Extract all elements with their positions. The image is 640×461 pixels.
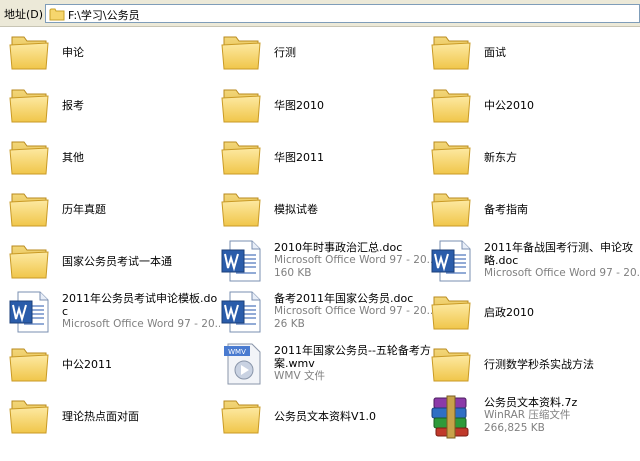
word-document-icon — [218, 288, 266, 336]
file-list-view: 申论 行测 面试 报考 华图2010 中公2010 其他 华图2011 新东方 历年真题 模拟试卷备… — [0, 28, 640, 461]
item-name: 行测 — [274, 45, 296, 59]
item-name: 其他 — [62, 150, 84, 164]
item-name: 中公2011 — [62, 357, 112, 371]
file-details: 备考2011年国家公务员.doc Microsoft Office Word 97… — [274, 292, 432, 331]
folder-icon — [6, 133, 54, 181]
item-name: 2011年国家公务员--五轮备考方案.wmv — [274, 344, 431, 370]
file-item[interactable]: 2011年公务员考试申论模板.doc Microsoft Office Word … — [6, 288, 220, 340]
folder-icon — [428, 185, 476, 233]
file-item[interactable]: 公务员文本资料.7z WinRAR 压缩文件 266,825 KB — [428, 392, 636, 444]
folder-icon — [6, 237, 54, 285]
file-type: WMV 文件 — [274, 370, 325, 382]
folder-icon — [428, 340, 476, 388]
item-name: 行测数学秒杀实战方法 — [484, 357, 594, 371]
folder-item[interactable]: 公务员文本资料V1.0 — [218, 392, 426, 444]
item-name: 公务员文本资料V1.0 — [274, 409, 377, 423]
item-name: 2011年公务员考试申论模板.doc — [62, 292, 218, 318]
file-item[interactable]: 2010年时事政治汇总.doc Microsoft Office Word 97 … — [218, 237, 432, 289]
word-document-icon — [428, 237, 476, 285]
folder-icon — [218, 392, 266, 440]
folder-item[interactable]: 报考 — [6, 81, 214, 133]
item-name: 新东方 — [484, 150, 517, 164]
folder-icon — [6, 340, 54, 388]
video-file-icon: WMV — [218, 340, 266, 388]
item-name: 2010年时事政治汇总.doc — [274, 241, 403, 254]
address-label: 地址(D) — [4, 8, 44, 21]
folder-item[interactable]: 华图2010 — [218, 81, 426, 133]
folder-item[interactable]: 华图2011 — [218, 133, 426, 185]
folder-icon — [6, 185, 54, 233]
folder-item[interactable]: 申论 — [6, 28, 214, 80]
folder-item[interactable]: 面试 — [428, 28, 636, 80]
folder-icon — [218, 81, 266, 129]
folder-icon — [49, 8, 65, 21]
item-name: 备考指南 — [484, 202, 528, 216]
address-bar: 地址(D) F:\学习\公务员 — [0, 0, 640, 27]
item-name: 备考2011年国家公务员.doc — [274, 292, 414, 305]
item-name: 历年真题 — [62, 202, 106, 216]
file-details: 2010年时事政治汇总.doc Microsoft Office Word 97 … — [274, 241, 432, 280]
folder-icon — [218, 133, 266, 181]
folder-icon — [6, 81, 54, 129]
file-type: Microsoft Office Word 97 - 20... — [274, 305, 432, 317]
folder-icon — [6, 392, 54, 440]
file-type: Microsoft Office Word 97 - 20... — [484, 267, 640, 279]
item-name: 启政2010 — [484, 305, 534, 319]
item-name: 模拟试卷 — [274, 202, 318, 216]
folder-item[interactable]: 备考指南 — [428, 185, 636, 237]
folder-item[interactable]: 新东方 — [428, 133, 636, 185]
folder-icon — [218, 28, 266, 76]
file-type: WinRAR 压缩文件 — [484, 409, 571, 421]
item-name: 2011年备战国考行测、申论攻略.doc — [484, 241, 633, 267]
address-path: F:\学习\公务员 — [68, 9, 140, 22]
item-name: 华图2011 — [274, 150, 324, 164]
file-size: 26 KB — [274, 318, 305, 330]
svg-text:WMV: WMV — [228, 348, 246, 356]
item-name: 公务员文本资料.7z — [484, 396, 578, 409]
winrar-archive-icon — [428, 392, 476, 440]
file-details: 2011年国家公务员--五轮备考方案.wmv WMV 文件 — [274, 344, 432, 383]
folder-item[interactable]: 历年真题 — [6, 185, 214, 237]
folder-item[interactable]: 理论热点面对面 — [6, 392, 214, 444]
word-document-icon — [6, 288, 54, 336]
item-name: 申论 — [62, 45, 84, 59]
folder-item[interactable]: 中公2011 — [6, 340, 214, 392]
folder-icon — [428, 28, 476, 76]
word-document-icon — [218, 237, 266, 285]
folder-icon — [428, 133, 476, 181]
folder-icon — [6, 28, 54, 76]
file-type: Microsoft Office Word 97 - 20... — [62, 318, 220, 330]
item-name: 华图2010 — [274, 98, 324, 112]
folder-item[interactable]: 行测 — [218, 28, 426, 80]
address-input[interactable]: F:\学习\公务员 — [45, 4, 640, 23]
folder-item[interactable]: 启政2010 — [428, 288, 636, 340]
folder-item[interactable]: 国家公务员考试一本通 — [6, 237, 214, 289]
folder-icon — [218, 185, 266, 233]
folder-item[interactable]: 行测数学秒杀实战方法 — [428, 340, 636, 392]
folder-item[interactable]: 中公2010 — [428, 81, 636, 133]
file-type: Microsoft Office Word 97 - 20... — [274, 254, 432, 266]
item-name: 面试 — [484, 45, 506, 59]
folder-item[interactable]: 其他 — [6, 133, 214, 185]
item-name: 中公2010 — [484, 98, 534, 112]
file-details: 公务员文本资料.7z WinRAR 压缩文件 266,825 KB — [484, 396, 640, 435]
folder-icon — [428, 288, 476, 336]
file-size: 160 KB — [274, 267, 312, 279]
folder-item[interactable]: 模拟试卷 — [218, 185, 426, 237]
item-name: 国家公务员考试一本通 — [62, 254, 172, 268]
file-item[interactable]: 备考2011年国家公务员.doc Microsoft Office Word 97… — [218, 288, 432, 340]
file-details: 2011年公务员考试申论模板.doc Microsoft Office Word … — [62, 292, 220, 331]
folder-icon — [428, 81, 476, 129]
file-size: 266,825 KB — [484, 422, 545, 434]
file-item[interactable]: WMV 2011年国家公务员--五轮备考方案.wmv WMV 文件 — [218, 340, 431, 392]
item-name: 理论热点面对面 — [62, 409, 139, 423]
file-item[interactable]: 2011年备战国考行测、申论攻略.doc Microsoft Office Wor… — [428, 237, 640, 289]
item-name: 报考 — [62, 98, 84, 112]
file-details: 2011年备战国考行测、申论攻略.doc Microsoft Office Wor… — [484, 241, 640, 280]
